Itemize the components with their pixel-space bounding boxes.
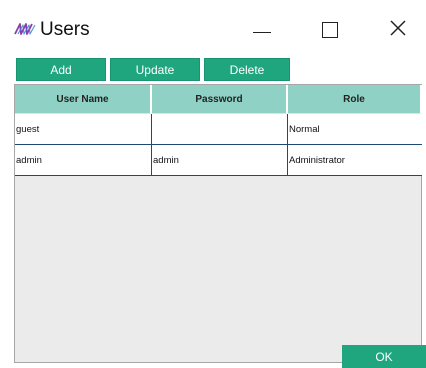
cell-password[interactable]: admin	[152, 145, 288, 175]
update-button[interactable]: Update	[110, 58, 200, 81]
delete-button[interactable]: Delete	[204, 58, 290, 81]
cell-password[interactable]	[152, 114, 288, 144]
cell-user-name[interactable]: admin	[15, 145, 152, 175]
minimize-icon	[253, 31, 271, 33]
close-button[interactable]	[376, 12, 420, 48]
cell-role[interactable]: Normal	[288, 114, 422, 144]
column-header-user-name[interactable]: User Name	[15, 85, 152, 114]
window-title: Users	[40, 19, 90, 40]
table-body: guest Normal admin admin Administrator	[15, 114, 422, 176]
cell-role[interactable]: Administrator	[288, 145, 422, 175]
close-icon	[390, 19, 406, 41]
maximize-icon	[322, 22, 338, 38]
column-header-password[interactable]: Password	[152, 85, 288, 114]
table-row[interactable]: guest Normal	[15, 114, 422, 145]
title-bar[interactable]: Users	[0, 0, 426, 54]
maximize-button[interactable]	[308, 12, 352, 48]
users-dialog: Users Add Update Delete User Name Passwo…	[0, 0, 426, 368]
users-table[interactable]: User Name Password Role guest Normal adm…	[14, 84, 422, 363]
cell-user-name[interactable]: guest	[15, 114, 152, 144]
minimize-button[interactable]	[240, 12, 284, 48]
table-header: User Name Password Role	[15, 85, 422, 114]
ok-button[interactable]: OK	[342, 345, 426, 368]
add-button[interactable]: Add	[16, 58, 106, 81]
column-header-role[interactable]: Role	[288, 85, 422, 114]
app-logo-icon	[14, 22, 36, 36]
table-row[interactable]: admin admin Administrator	[15, 145, 422, 176]
